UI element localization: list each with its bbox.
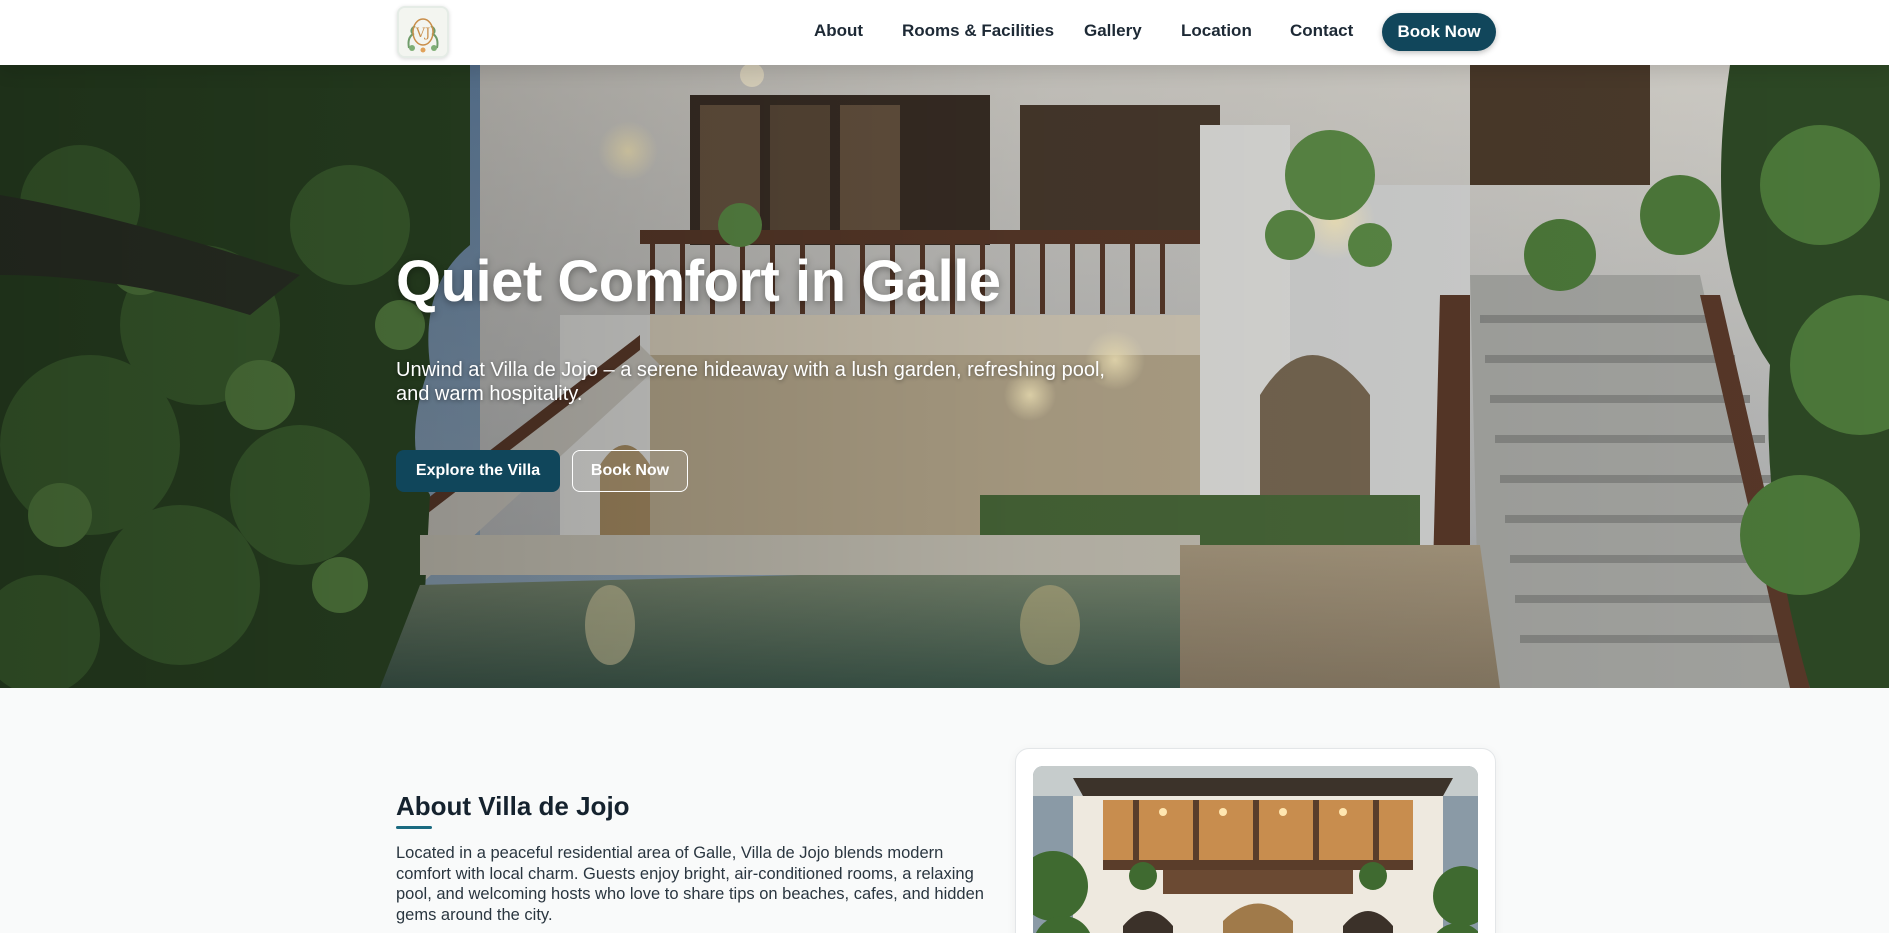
about-title: About Villa de Jojo — [396, 791, 630, 821]
hero-subtitle: Unwind at Villa de Jojo – a serene hidea… — [396, 359, 1105, 405]
about-section: About Villa de Jojo Located in a peacefu… — [0, 688, 1889, 933]
about-image-card — [1015, 748, 1496, 933]
header-book-now-button[interactable]: Book Now — [1382, 13, 1496, 51]
nav-about[interactable]: About — [814, 21, 863, 41]
hero-section: Quiet Comfort in Galle Unwind at Villa d… — [0, 65, 1889, 688]
about-description: Located in a peaceful residential area o… — [396, 844, 984, 924]
nav-contact[interactable]: Contact — [1290, 21, 1353, 41]
main-nav: About Rooms & Facilities Gallery Locatio… — [0, 0, 1889, 65]
about-title-underline — [396, 826, 432, 829]
explore-villa-button[interactable]: Explore the Villa — [396, 450, 560, 492]
nav-rooms-facilities[interactable]: Rooms & Facilities — [902, 21, 1054, 41]
nav-location[interactable]: Location — [1181, 21, 1252, 41]
site-header: VJ About Rooms & Facilities Gallery Loca… — [0, 0, 1889, 65]
hero-title: Quiet Comfort in Galle — [396, 249, 1001, 314]
nav-gallery[interactable]: Gallery — [1084, 21, 1142, 41]
about-villa-photo — [1033, 766, 1478, 933]
hero-book-now-button[interactable]: Book Now — [572, 450, 688, 492]
